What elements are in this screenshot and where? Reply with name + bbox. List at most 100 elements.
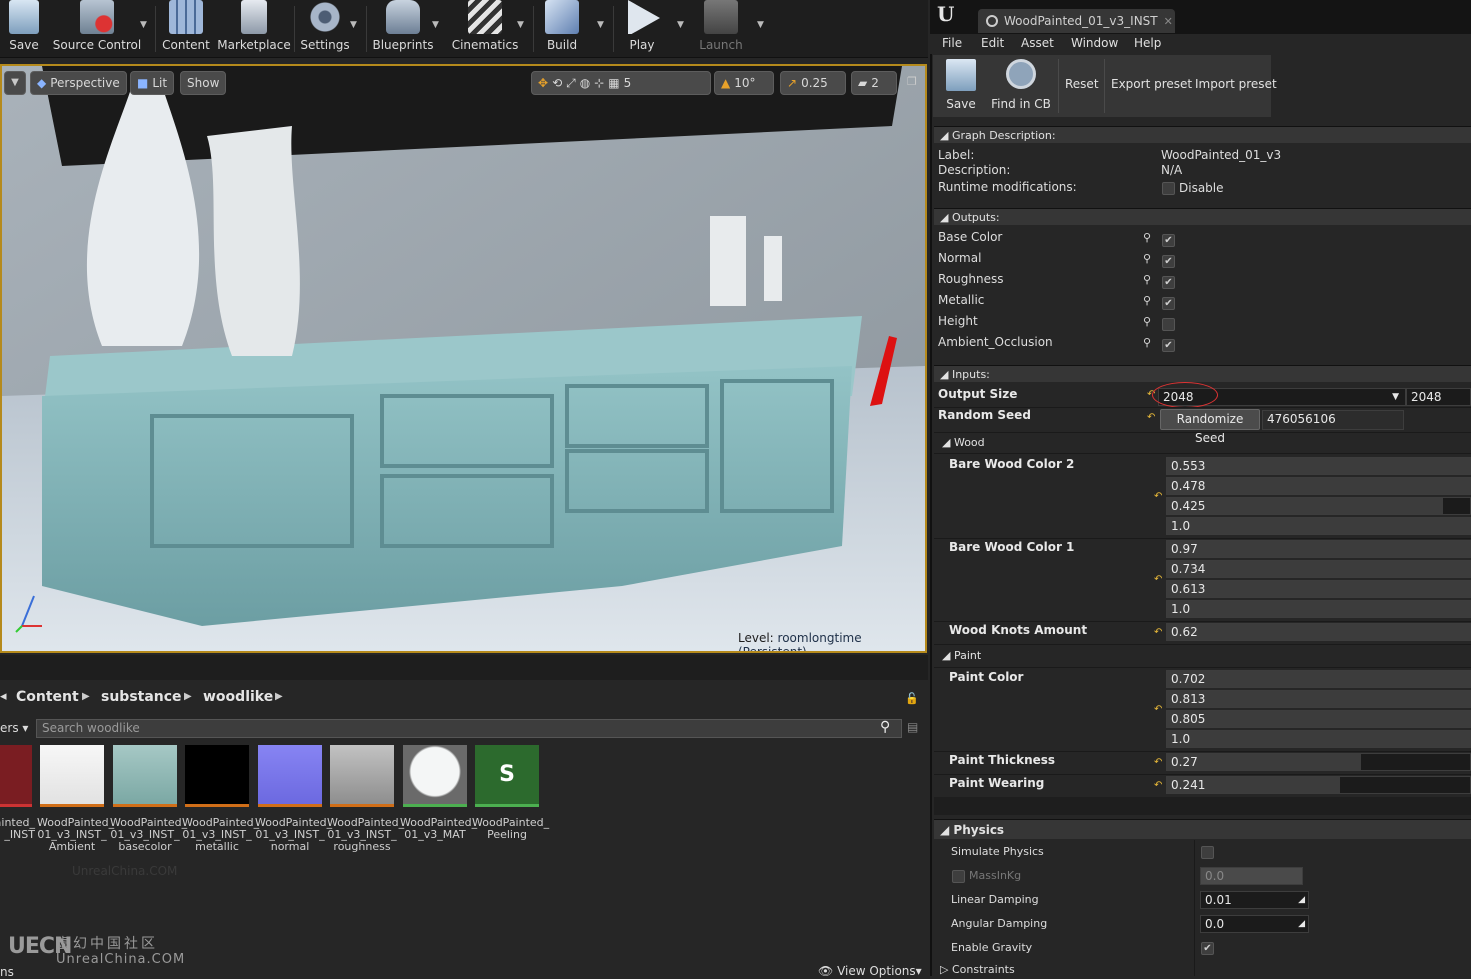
vector-component-field[interactable]: 0.553	[1166, 457, 1471, 475]
mass-override-checkbox[interactable]	[952, 870, 965, 883]
asset-tile[interactable]: WoodPainted_ 01_v3_INST_ roughness	[327, 745, 404, 853]
drag-handle-icon[interactable]: ◢	[1298, 892, 1305, 908]
scale-icon[interactable]: ⤢	[566, 76, 576, 91]
blueprints-button[interactable]: Blueprints	[372, 0, 434, 56]
graph-description-header[interactable]: ◢ Graph Description:	[934, 126, 1471, 143]
cinematics-button[interactable]: Cinematics	[452, 0, 518, 56]
random-seed-input[interactable]: 476056106	[1262, 410, 1404, 430]
source-control-button[interactable]: Source Control	[52, 0, 142, 56]
find-output-icon[interactable]: ⚲	[1143, 252, 1151, 265]
output-checkbox[interactable]: ✔	[1162, 234, 1175, 247]
chevron-down-icon[interactable]: ▼	[757, 20, 764, 30]
reset-to-default-icon[interactable]: ↶	[1154, 780, 1162, 791]
output-checkbox[interactable]	[1162, 318, 1175, 331]
output-checkbox[interactable]: ✔	[1162, 297, 1175, 310]
find-in-cb-button[interactable]: Find in CB	[991, 59, 1051, 111]
outputs-header[interactable]: ◢ Outputs:	[934, 208, 1471, 225]
reset-to-default-icon[interactable]: ↶	[1154, 704, 1162, 715]
settings-button[interactable]: Settings	[300, 0, 350, 56]
level-viewport[interactable]: ▼ ◆ Perspective ■ Lit Show ✥ ⟲ ⤢ ◍ ⊹ ▦ 5 ▲…	[0, 64, 927, 653]
save-all-icon[interactable]: ▤	[907, 720, 918, 734]
breadcrumb-arrow-icon[interactable]: ▶	[184, 691, 192, 702]
inputs-header[interactable]: ◢ Inputs:	[934, 365, 1471, 382]
vector-component-field[interactable]: 0.734	[1166, 560, 1471, 578]
wood-group-header[interactable]: ◢ Wood	[942, 436, 985, 449]
menu-help[interactable]: Help	[1134, 36, 1161, 50]
transform-tools[interactable]: ✥ ⟲ ⤢ ◍ ⊹ ▦ 5	[531, 71, 711, 95]
content-button[interactable]: Content	[160, 0, 212, 56]
chevron-down-icon[interactable]: ▼	[677, 20, 684, 30]
vector-component-field[interactable]: 0.813	[1166, 690, 1471, 708]
vector-component-field[interactable]: 0.702	[1166, 670, 1471, 688]
maximize-icon[interactable]: ❐	[907, 75, 917, 88]
asset-tile[interactable]: WoodPainted_ 01_v3_INST_ Ambient	[37, 745, 114, 853]
vector-component-field[interactable]: 0.613	[1166, 580, 1471, 598]
physics-header[interactable]: ◢ Physics	[934, 819, 1471, 839]
move-icon[interactable]: ✥	[538, 76, 548, 90]
output-checkbox[interactable]: ✔	[1162, 255, 1175, 268]
camera-speed[interactable]: ▰ 2	[851, 71, 897, 95]
marketplace-button[interactable]: Marketplace	[217, 0, 291, 56]
play-button[interactable]: Play	[620, 0, 664, 56]
search-input[interactable]: Search woodlike	[36, 719, 902, 738]
reset-to-default-icon[interactable]: ↶	[1154, 574, 1162, 585]
mass-field[interactable]: 0.0	[1200, 867, 1303, 885]
vector-component-field[interactable]: 0.805	[1166, 710, 1471, 728]
chevron-down-icon[interactable]: ▼	[517, 20, 524, 30]
output-checkbox[interactable]: ✔	[1162, 339, 1175, 352]
paint-wearing-slider[interactable]: 0.241	[1166, 776, 1471, 794]
grid-snap-icon[interactable]: ▦	[608, 76, 619, 90]
linear-damping-field[interactable]: 0.01 ◢	[1200, 891, 1309, 909]
lit-button[interactable]: ■ Lit	[130, 71, 175, 95]
wood-knots-amount-slider[interactable]: 0.62	[1166, 623, 1471, 641]
lock-icon[interactable]: 🔓	[905, 692, 919, 705]
asset-tile[interactable]: WoodPainted_ 01_v3_INST_ basecolor	[110, 745, 187, 853]
reset-to-default-icon[interactable]: ↶	[1154, 757, 1162, 768]
close-icon[interactable]: ✕	[1164, 15, 1173, 28]
asset-tile[interactable]: WoodPainted_ 01_v3_MAT	[400, 745, 477, 841]
find-output-icon[interactable]: ⚲	[1143, 273, 1151, 286]
chevron-down-icon[interactable]: ▼	[432, 20, 439, 30]
breadcrumb-substance[interactable]: substance	[101, 689, 182, 705]
disable-checkbox[interactable]	[1162, 182, 1175, 195]
breadcrumb-woodlike[interactable]: woodlike	[203, 689, 273, 705]
breadcrumb-arrow-icon[interactable]: ▶	[275, 691, 283, 702]
editor-save-button[interactable]: Save	[944, 59, 978, 111]
export-preset-button[interactable]: Export preset	[1111, 77, 1192, 91]
launch-button[interactable]: Launch	[696, 0, 746, 56]
constraints-row[interactable]: ▷ Constraints	[940, 963, 1015, 976]
world-icon[interactable]: ◍	[580, 76, 590, 90]
simulate-physics-checkbox[interactable]	[1201, 846, 1214, 859]
find-output-icon[interactable]: ⚲	[1143, 294, 1151, 307]
vector-component-field[interactable]: 0.97	[1166, 540, 1471, 558]
paint-thickness-slider[interactable]: 0.27	[1166, 753, 1471, 771]
vector-component-field[interactable]: 1.0	[1166, 600, 1471, 618]
vector-component-field[interactable]: 1.0	[1166, 517, 1471, 535]
save-button[interactable]: Save	[2, 0, 46, 56]
menu-window[interactable]: Window	[1071, 36, 1118, 50]
build-button[interactable]: Build	[540, 0, 584, 56]
reset-to-default-icon[interactable]: ↶	[1154, 491, 1162, 502]
chevron-down-icon[interactable]: ▼	[350, 20, 357, 30]
vector-component-field[interactable]: 1.0	[1166, 730, 1471, 748]
randomize-seed-button[interactable]: Randomize Seed	[1160, 409, 1260, 445]
asset-tile[interactable]: WoodPainted_ 01_v3_INST_ normal	[255, 745, 332, 853]
filters-button[interactable]: ers ▾	[0, 721, 28, 735]
reset-to-default-icon[interactable]: ↶	[1154, 627, 1162, 638]
rotation-snap[interactable]: ▲ 10°	[714, 71, 774, 95]
asset-tile[interactable]: WoodPainted_ 01_v3_INST_ metallic	[182, 745, 259, 853]
asset-tile[interactable]: S WoodPainted_ Peeling	[472, 745, 549, 841]
back-icon[interactable]: ◂	[0, 689, 7, 704]
reset-to-default-icon[interactable]: ↶	[1147, 412, 1155, 423]
reset-button[interactable]: Reset	[1065, 77, 1099, 91]
editor-tab[interactable]: WoodPainted_01_v3_INST ✕	[978, 9, 1175, 33]
paint-group-header[interactable]: ◢ Paint	[942, 649, 981, 662]
surface-snap-icon[interactable]: ⊹	[594, 76, 604, 90]
menu-file[interactable]: File	[942, 36, 962, 50]
scale-snap[interactable]: ↗ 0.25	[780, 71, 846, 95]
find-output-icon[interactable]: ⚲	[1143, 315, 1151, 328]
vector-component-field[interactable]: 0.478	[1166, 477, 1471, 495]
vector-component-field[interactable]: 0.425	[1166, 497, 1471, 515]
angular-damping-field[interactable]: 0.0 ◢	[1200, 915, 1309, 933]
find-output-icon[interactable]: ⚲	[1143, 231, 1151, 244]
